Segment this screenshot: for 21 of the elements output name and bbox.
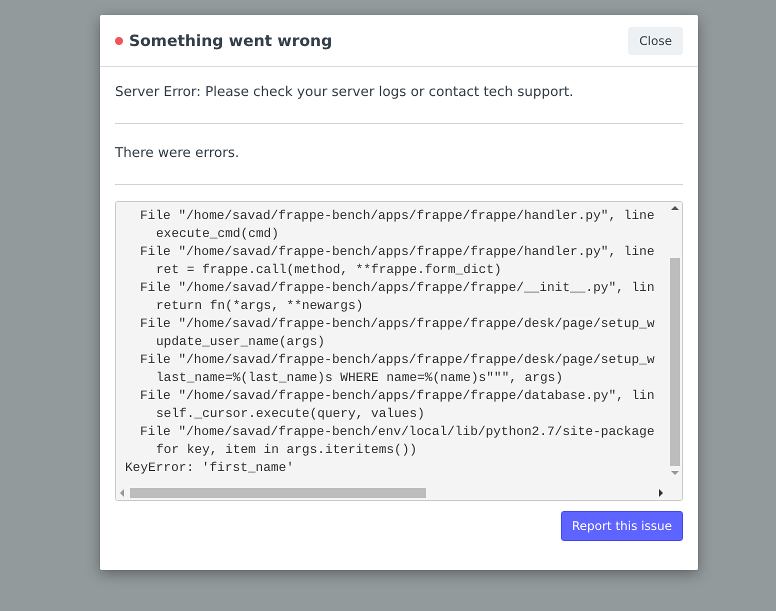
dialog-title: Something went wrong — [129, 32, 334, 50]
traceback-line: execute_cmd(cmd) — [155, 225, 280, 243]
status-dot — [115, 36, 123, 44]
close-button[interactable]: Close — [628, 26, 683, 54]
error-message: Server Error: Please check your server logs or contact tech support. — [115, 83, 574, 102]
traceback-line: File "/home/savad/frappe-bench/apps/frappe/frappe/database.py", lin — [139, 387, 656, 405]
traceback-line: File "/home/savad/frappe-bench/apps/frappe/frappe/desk/page/setup_w — [139, 351, 656, 369]
traceback-line: File "/home/savad/frappe-bench/apps/frappe/frappe/handler.py", line — [139, 243, 656, 261]
report-issue-button[interactable]: Report this issue — [560, 511, 683, 541]
traceback-line: for key, item in args.iteritems()) — [155, 441, 418, 459]
errors-subtitle: There were errors. — [115, 144, 240, 163]
traceback-line: File "/home/savad/frappe-bench/env/local/lib/python2.7/site-package — [139, 423, 656, 441]
traceback-line: File "/home/savad/frappe-bench/apps/frappe/frappe/__init__.py", lin — [139, 279, 656, 297]
traceback-line: File "/home/savad/frappe-bench/apps/frappe/frappe/handler.py", line — [139, 207, 656, 225]
traceback-line: update_user_name(args) — [155, 333, 326, 351]
traceback-line: ret = frappe.call(method, **frappe.form_dict) — [155, 261, 503, 279]
traceback-line: KeyError: 'first_name' — [125, 459, 295, 477]
traceback-line: last_name=%(last_name)s WHERE name=%(name)s""", args) — [155, 369, 564, 387]
traceback-line: self._cursor.execute(query, values) — [155, 405, 426, 423]
traceback-line: return fn(*args, **newargs) — [155, 297, 364, 315]
traceback-line: File "/home/savad/frappe-bench/apps/frappe/frappe/desk/page/setup_w — [139, 315, 656, 333]
